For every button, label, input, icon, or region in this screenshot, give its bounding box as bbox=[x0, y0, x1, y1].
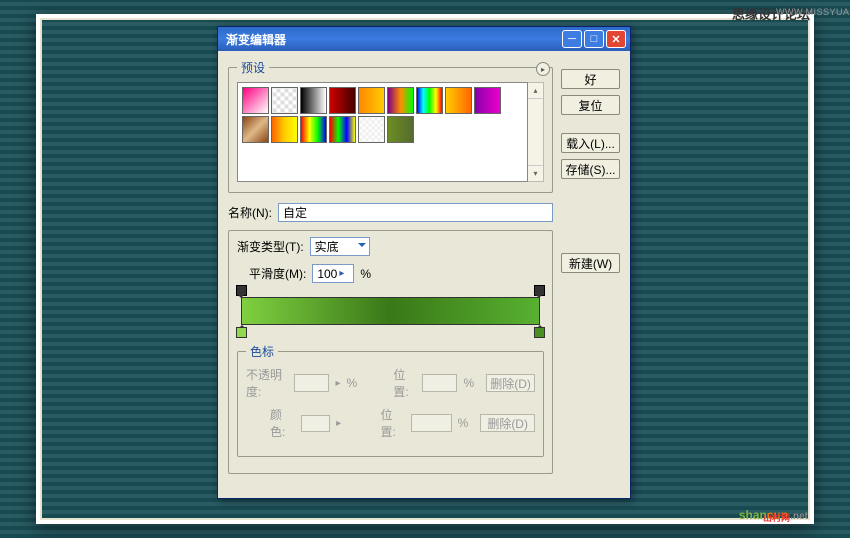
close-button[interactable]: ✕ bbox=[606, 30, 626, 48]
preset-swatch[interactable] bbox=[271, 87, 298, 114]
opacity-stop-left[interactable] bbox=[236, 285, 247, 296]
new-button[interactable]: 新建(W) bbox=[561, 253, 620, 273]
smooth-input[interactable]: 100▸ bbox=[312, 264, 354, 283]
preset-swatch[interactable] bbox=[242, 87, 269, 114]
name-input[interactable] bbox=[278, 203, 553, 222]
gradient-settings-fieldset: 渐变类型(T): 实底 平滑度(M): 100▸ % 色标 bbox=[228, 230, 553, 474]
position-label-2: 位置: bbox=[381, 406, 406, 440]
delete-opacity-button: 删除(D) bbox=[486, 374, 535, 392]
opacity-stop-right[interactable] bbox=[534, 285, 545, 296]
reset-button[interactable]: 复位 bbox=[561, 95, 620, 115]
load-button[interactable]: 载入(L)... bbox=[561, 133, 620, 153]
gradient-bar[interactable] bbox=[241, 297, 540, 325]
preset-swatches bbox=[237, 82, 528, 182]
color-swatch bbox=[301, 415, 330, 432]
preset-swatch[interactable] bbox=[358, 87, 385, 114]
preset-swatch[interactable] bbox=[445, 87, 472, 114]
type-label: 渐变类型(T): bbox=[237, 238, 304, 255]
opacity-label: 不透明度: bbox=[246, 366, 288, 400]
preset-swatch[interactable] bbox=[387, 87, 414, 114]
minimize-button[interactable]: ─ bbox=[562, 30, 582, 48]
scroll-up-icon[interactable]: ▴ bbox=[528, 83, 543, 99]
stops-legend: 色标 bbox=[246, 343, 278, 360]
presets-fieldset: 预设 ▸ bbox=[228, 59, 553, 193]
presets-menu-icon[interactable]: ▸ bbox=[536, 62, 550, 76]
presets-scrollbar[interactable]: ▴ ▾ bbox=[528, 82, 544, 182]
preset-swatch[interactable] bbox=[474, 87, 501, 114]
dropdown-arrow-icon[interactable]: ▸ bbox=[339, 268, 344, 279]
save-button[interactable]: 存储(S)... bbox=[561, 159, 620, 179]
preset-swatch[interactable] bbox=[329, 87, 356, 114]
preset-swatch[interactable] bbox=[242, 116, 269, 143]
name-row: 名称(N): bbox=[228, 203, 553, 222]
smooth-unit: % bbox=[360, 267, 371, 281]
position-label: 位置: bbox=[393, 366, 415, 400]
gradient-editor-dialog: 渐变编辑器 ─ □ ✕ 预设 ▸ bbox=[217, 26, 631, 499]
type-select[interactable]: 实底 bbox=[310, 237, 370, 256]
preset-swatch[interactable] bbox=[387, 116, 414, 143]
preset-swatch[interactable] bbox=[300, 87, 327, 114]
smooth-label: 平滑度(M): bbox=[249, 265, 306, 282]
preset-swatch[interactable] bbox=[358, 116, 385, 143]
name-label: 名称(N): bbox=[228, 204, 272, 221]
color-label: 颜色: bbox=[270, 406, 295, 440]
watermark-sub: WWW.MISSYUAN.COM bbox=[776, 7, 850, 17]
preset-swatch[interactable] bbox=[271, 116, 298, 143]
window-buttons: ─ □ ✕ bbox=[562, 30, 626, 48]
presets-legend: 预设 bbox=[237, 59, 269, 76]
opacity-position-input bbox=[422, 374, 458, 392]
preset-swatch[interactable] bbox=[300, 116, 327, 143]
opacity-input bbox=[294, 374, 330, 392]
delete-color-button: 删除(D) bbox=[480, 414, 535, 432]
preset-swatch[interactable] bbox=[329, 116, 356, 143]
scroll-down-icon[interactable]: ▾ bbox=[528, 165, 543, 181]
titlebar[interactable]: 渐变编辑器 ─ □ ✕ bbox=[218, 27, 630, 51]
color-position-input bbox=[411, 414, 451, 432]
maximize-button[interactable]: □ bbox=[584, 30, 604, 48]
dialog-title: 渐变编辑器 bbox=[222, 31, 562, 48]
color-stop-right[interactable] bbox=[534, 327, 545, 338]
stops-fieldset: 色标 不透明度: ▸ % 位置: % 删除(D) 颜色: ▸ bbox=[237, 343, 544, 457]
preset-swatch[interactable] bbox=[416, 87, 443, 114]
dialog-buttons: 好 复位 载入(L)... 存储(S)... 新建(W) bbox=[561, 59, 620, 484]
logo: shancun.net 山村网 bbox=[739, 508, 808, 522]
ok-button[interactable]: 好 bbox=[561, 69, 620, 89]
color-stop-left[interactable] bbox=[236, 327, 247, 338]
gradient-preview[interactable] bbox=[241, 297, 540, 325]
